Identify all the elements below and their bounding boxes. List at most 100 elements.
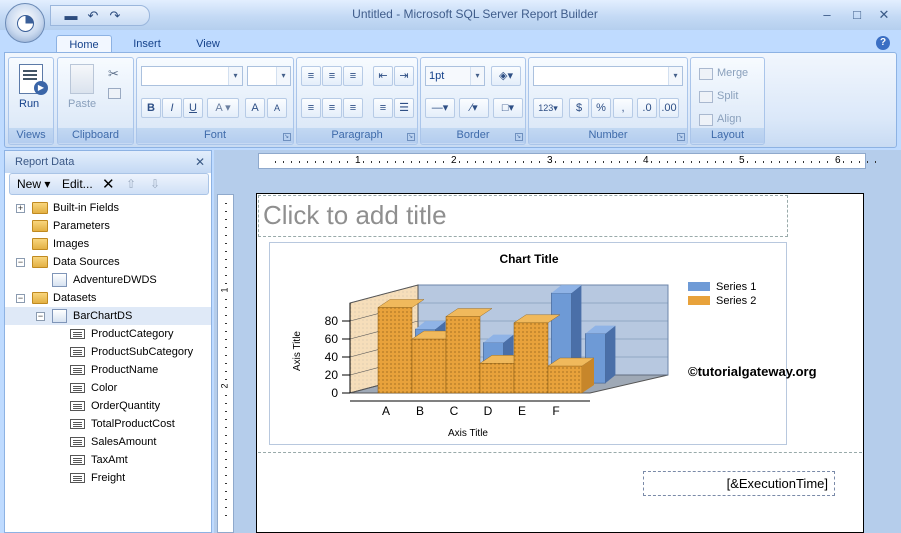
- datasource-icon: [52, 273, 67, 287]
- italic-button[interactable]: I: [162, 98, 182, 118]
- justify-icon[interactable]: ≡: [373, 98, 393, 118]
- percent-button[interactable]: %: [591, 98, 611, 118]
- save-icon[interactable]: ▬: [63, 8, 79, 23]
- collapse-icon[interactable]: −: [36, 312, 45, 321]
- list-icon[interactable]: ☰: [394, 98, 414, 118]
- close-panel-icon[interactable]: ✕: [195, 151, 205, 173]
- bold-button[interactable]: B: [141, 98, 161, 118]
- paste-button[interactable]: Paste: [68, 98, 96, 110]
- collapse-icon[interactable]: −: [16, 294, 25, 303]
- chart-area[interactable]: 0 20 40 60 80 A B C D E F Chart Title Axis Title Axis…: [269, 242, 787, 445]
- cut-icon[interactable]: ✂: [108, 66, 119, 82]
- paragraph-dialog-launcher-icon[interactable]: ↘: [407, 133, 415, 141]
- collapse-icon[interactable]: −: [16, 258, 25, 267]
- border-dialog-launcher-icon[interactable]: ↘: [515, 133, 523, 141]
- number-format-combo[interactable]: ▾: [533, 66, 683, 86]
- ruler-tick: [225, 395, 227, 396]
- horizontal-ruler: 1 2 3 4 5 6: [258, 153, 876, 169]
- border-width-combo[interactable]: 1pt ▾: [425, 66, 485, 86]
- report-title-textbox[interactable]: Click to add title: [258, 195, 788, 237]
- align-top-icon[interactable]: ≡: [301, 66, 321, 86]
- tree-item-label: ProductName: [91, 364, 159, 376]
- tree-item-label: Color: [91, 382, 118, 394]
- edit-button[interactable]: Edit...: [62, 177, 93, 192]
- ruler-tick: [851, 161, 852, 163]
- shrink-font-button[interactable]: A: [267, 98, 287, 118]
- merge-button[interactable]: Merge: [717, 67, 748, 79]
- underline-button[interactable]: U: [183, 98, 203, 118]
- align-left-icon[interactable]: ≡: [301, 98, 321, 118]
- tree-item[interactable]: Images: [5, 235, 211, 253]
- report-data-title: Report Data: [15, 156, 75, 168]
- move-down-icon[interactable]: ⇩: [150, 177, 160, 192]
- tree-item[interactable]: ProductSubCategory: [5, 343, 211, 361]
- decrease-decimal-icon[interactable]: .00: [659, 98, 679, 118]
- close-button[interactable]: ✕: [872, 6, 896, 24]
- minimize-button[interactable]: –: [815, 6, 839, 24]
- currency-button[interactable]: $: [569, 98, 589, 118]
- comma-icon[interactable]: ,: [613, 98, 633, 118]
- new-button[interactable]: New ▾: [17, 177, 50, 192]
- number-dialog-launcher-icon[interactable]: ↘: [677, 133, 685, 141]
- grow-font-button[interactable]: A: [245, 98, 265, 118]
- tree-item[interactable]: ProductCategory: [5, 325, 211, 343]
- align-middle-icon[interactable]: ≡: [322, 66, 342, 86]
- bar-series1-side: [605, 325, 616, 384]
- tree-item[interactable]: SalesAmount: [5, 433, 211, 451]
- ruler-tick: [225, 507, 227, 508]
- tree-item[interactable]: TaxAmt: [5, 451, 211, 469]
- tree-item[interactable]: Parameters: [5, 217, 211, 235]
- execution-time-textbox[interactable]: [&ExecutionTime]: [643, 471, 835, 496]
- tree-item[interactable]: − BarChartDS: [5, 307, 211, 325]
- delete-icon[interactable]: ✕: [102, 177, 115, 192]
- application-button[interactable]: [5, 3, 45, 43]
- tree-item[interactable]: TotalProductCost: [5, 415, 211, 433]
- split-button[interactable]: Split: [717, 90, 738, 102]
- y-tick-label: 80: [325, 314, 339, 328]
- expand-icon[interactable]: +: [16, 204, 25, 213]
- tab-home[interactable]: Home: [56, 35, 112, 53]
- border-color-icon[interactable]: ∕▾: [459, 98, 489, 118]
- field-icon: [70, 473, 85, 483]
- tree-item-label: TaxAmt: [91, 454, 128, 466]
- help-icon[interactable]: ?: [876, 36, 890, 50]
- run-button[interactable]: Run: [19, 98, 39, 110]
- tree-item[interactable]: − Data Sources: [5, 253, 211, 271]
- placeholder-number-button[interactable]: 123▾: [533, 98, 563, 118]
- tree-item[interactable]: Color: [5, 379, 211, 397]
- tree-item[interactable]: Freight: [5, 469, 211, 487]
- ruler-tick: [225, 275, 227, 276]
- ruler-tick: [347, 161, 348, 163]
- maximize-button[interactable]: □: [845, 6, 869, 24]
- copy-icon[interactable]: [108, 88, 121, 99]
- increase-indent-icon[interactable]: ⇥: [394, 66, 414, 86]
- increase-decimal-icon[interactable]: .0: [637, 98, 657, 118]
- tree-item[interactable]: − Datasets: [5, 289, 211, 307]
- align-center-icon[interactable]: ≡: [322, 98, 342, 118]
- paste-icon[interactable]: [70, 64, 94, 94]
- font-size-combo[interactable]: ▾: [247, 66, 291, 86]
- align-bottom-icon[interactable]: ≡: [343, 66, 363, 86]
- fill-color-icon[interactable]: ◈▾: [491, 66, 521, 86]
- tree-item[interactable]: ProductName: [5, 361, 211, 379]
- ruler-tick: [307, 161, 308, 163]
- decrease-indent-icon[interactable]: ⇤: [373, 66, 393, 86]
- tab-insert[interactable]: Insert: [124, 35, 170, 53]
- tree-item[interactable]: + Built-in Fields: [5, 199, 211, 217]
- tree-item[interactable]: OrderQuantity: [5, 397, 211, 415]
- tree-item[interactable]: AdventureDWDS: [5, 271, 211, 289]
- font-family-combo[interactable]: ▾: [141, 66, 243, 86]
- move-up-icon[interactable]: ⇧: [126, 177, 136, 192]
- border-sides-icon[interactable]: □▾: [493, 98, 523, 118]
- align-right-icon[interactable]: ≡: [343, 98, 363, 118]
- ruler-tick: [225, 451, 227, 452]
- font-dialog-launcher-icon[interactable]: ↘: [283, 133, 291, 141]
- run-icon[interactable]: ▶: [19, 64, 48, 95]
- redo-icon[interactable]: ↷: [107, 8, 123, 23]
- tab-view[interactable]: View: [186, 35, 230, 53]
- align-button[interactable]: Align: [717, 113, 741, 125]
- font-color-button[interactable]: A ▾: [207, 98, 239, 118]
- undo-icon[interactable]: ↶: [85, 8, 101, 23]
- border-style-icon[interactable]: —▾: [425, 98, 455, 118]
- ribbon: ▶ Run Views Paste ✂ Clipboard ▾ ▾ B I U …: [4, 52, 897, 148]
